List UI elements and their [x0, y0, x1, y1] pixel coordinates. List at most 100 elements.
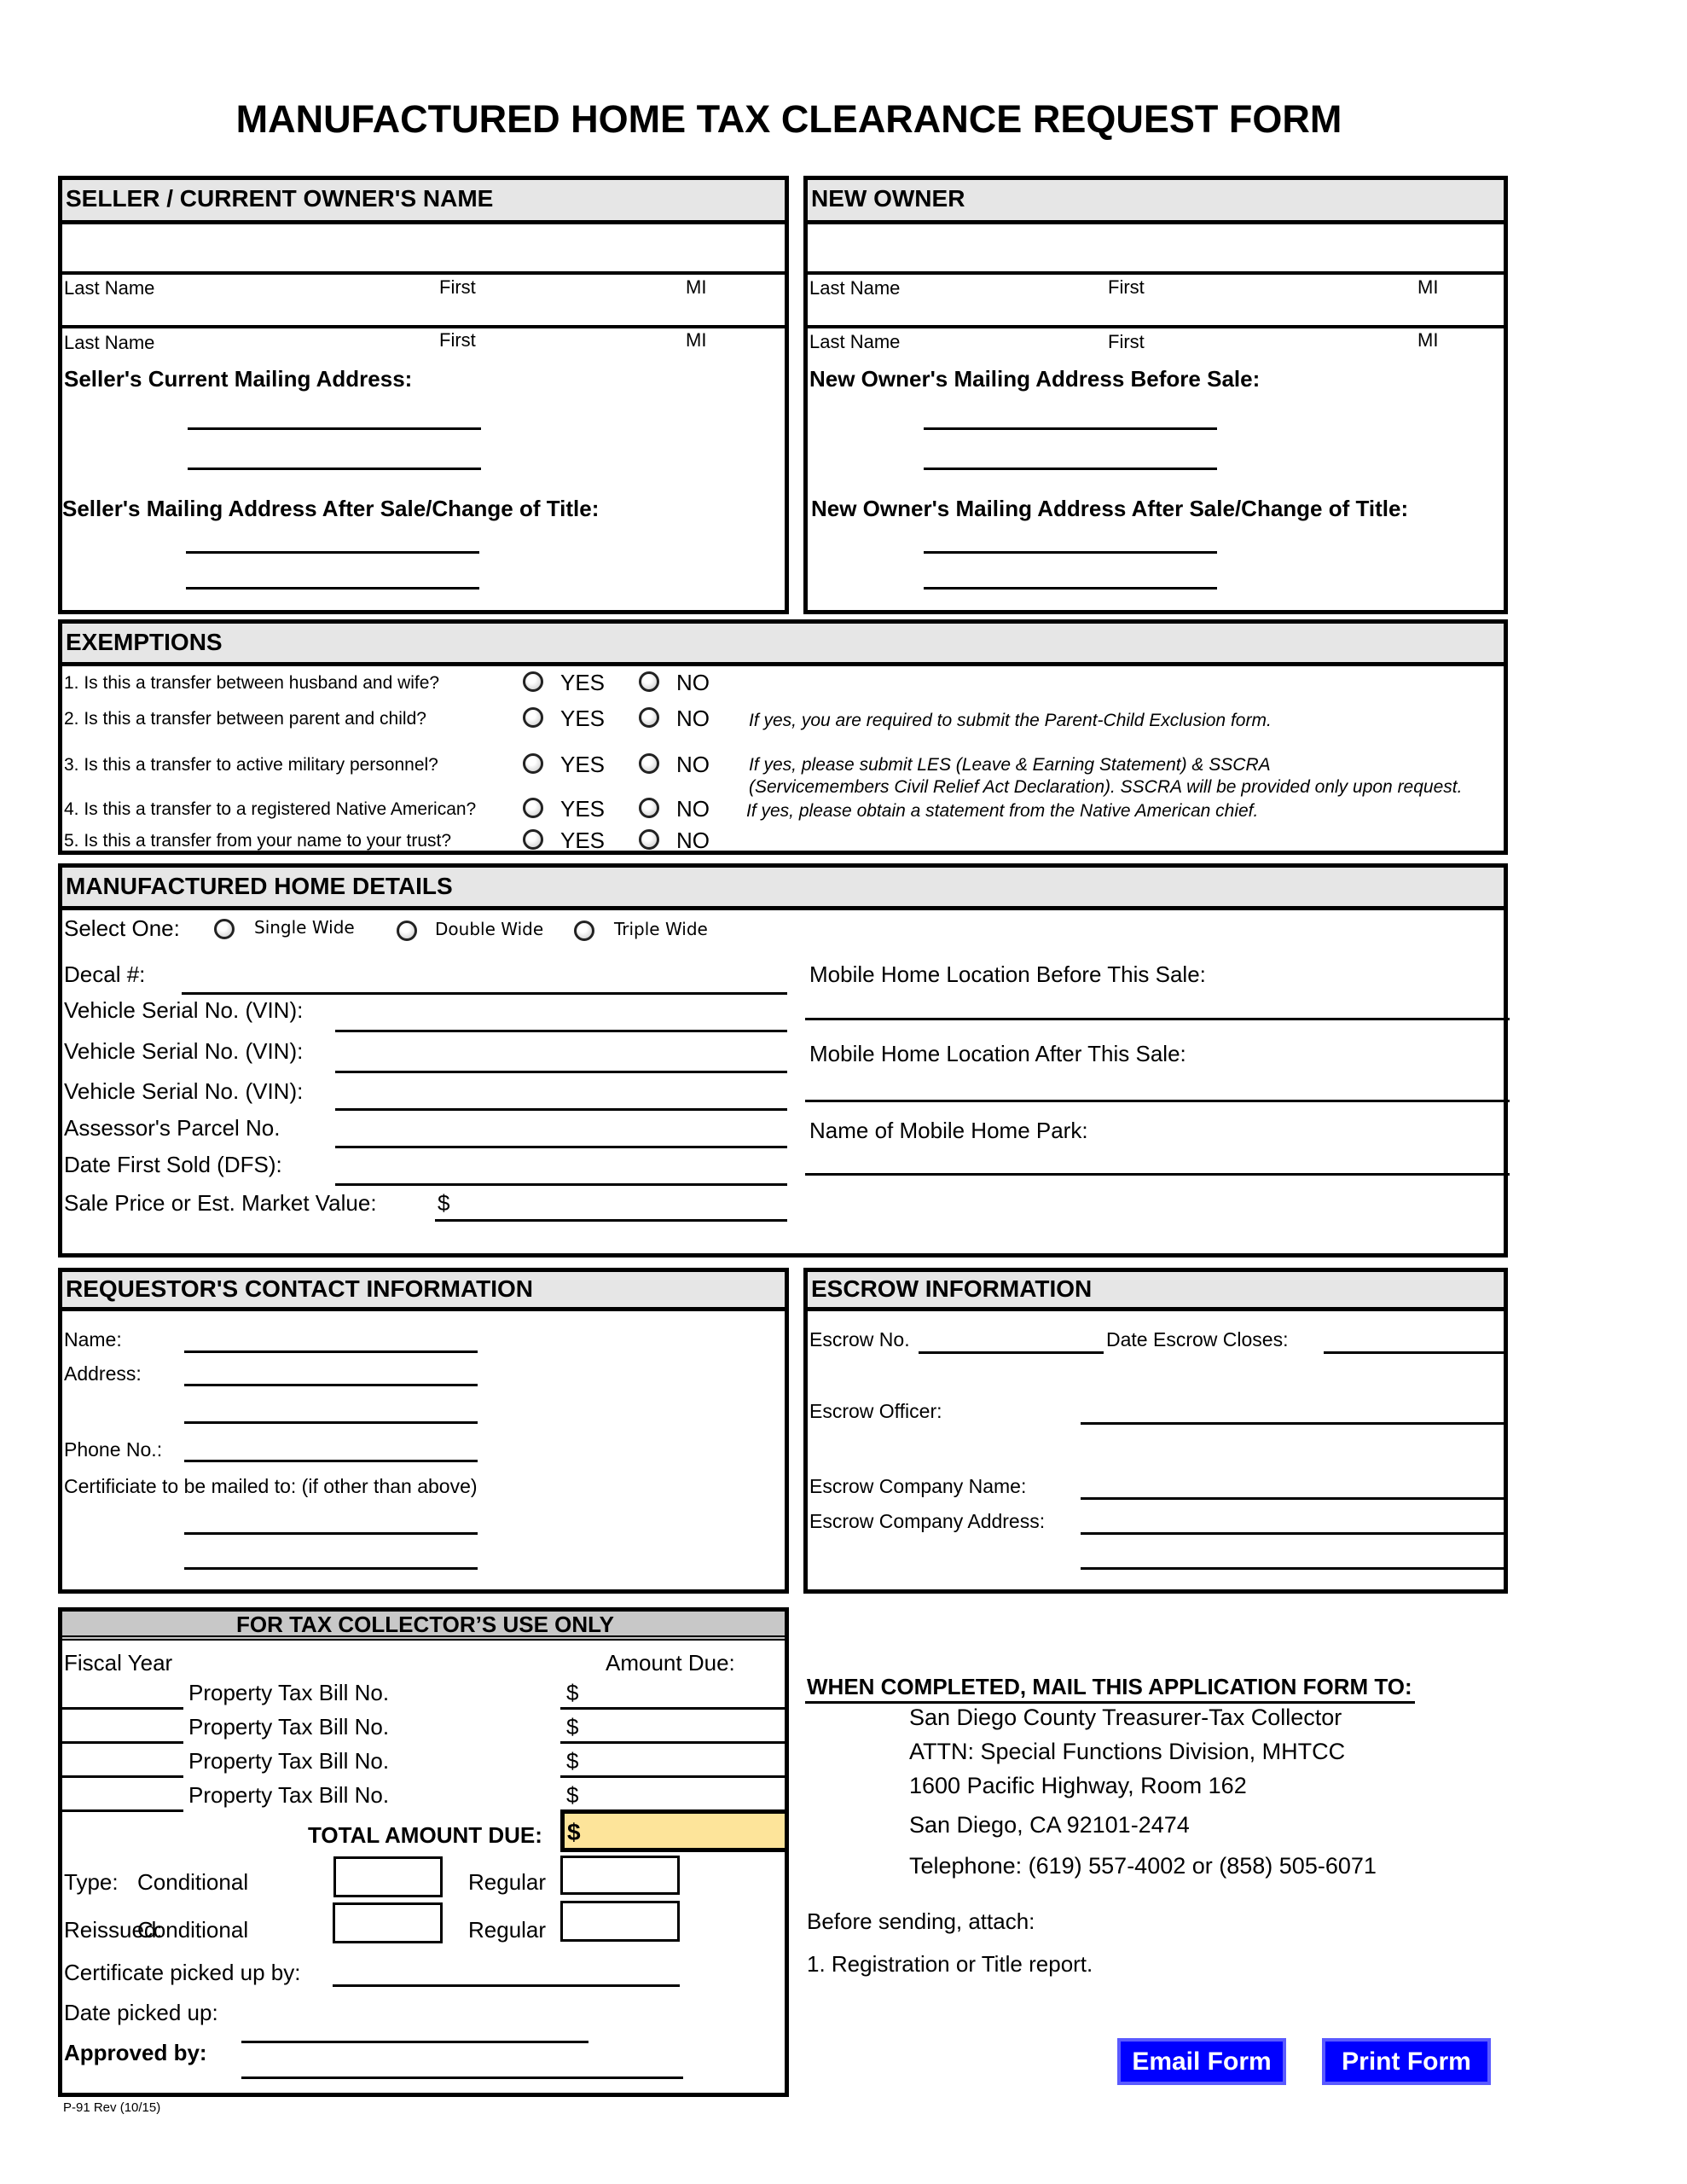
no-label: NO — [676, 828, 710, 853]
requestor-address-input-1[interactable] — [184, 1384, 478, 1386]
type-conditional-box[interactable] — [333, 1856, 443, 1897]
location-after-label: Mobile Home Location After This Sale: — [809, 1041, 1186, 1066]
certificate-picked-up-input[interactable] — [333, 1984, 680, 1987]
print-form-button[interactable]: Print Form — [1322, 2038, 1491, 2085]
amount-due-input[interactable] — [560, 1707, 789, 1710]
no-label: NO — [676, 796, 710, 822]
new-owner-before-address-line-2[interactable] — [924, 468, 1217, 470]
escrow-company-address-input-1[interactable] — [1081, 1532, 1504, 1535]
exemption-no-radio[interactable] — [639, 829, 659, 850]
escrow-company-name-label: Escrow Company Name: — [809, 1475, 1027, 1497]
requestor-header: REQUESTOR'S CONTACT INFORMATION — [62, 1272, 785, 1311]
seller-after-address-line-2[interactable] — [186, 587, 479, 590]
reissued-regular-box[interactable] — [560, 1901, 680, 1942]
exemption-question: 5. Is this a transfer from your name to … — [64, 831, 452, 851]
new-owner-name-input-2[interactable] — [808, 299, 1504, 325]
vin-label-2: Vehicle Serial No. (VIN): — [64, 1038, 304, 1064]
vin-input-3[interactable] — [335, 1108, 787, 1111]
requestor-name-label: Name: — [64, 1328, 122, 1350]
date-escrow-closes-input[interactable] — [1324, 1351, 1504, 1354]
no-label: NO — [676, 752, 710, 777]
seller-current-address-line-2[interactable] — [188, 468, 481, 470]
mail-heading-underline — [805, 1701, 1415, 1704]
fiscal-year-input[interactable] — [62, 1707, 183, 1710]
type-regular-box[interactable] — [560, 1856, 680, 1895]
fiscal-year-input[interactable] — [62, 1775, 183, 1778]
certificate-mailto-label: Certificiate to be mailed to: (if other … — [64, 1475, 478, 1497]
property-tax-bill-label: Property Tax Bill No. — [188, 1714, 390, 1740]
amount-due-input[interactable] — [560, 1741, 789, 1744]
form-revision: P-91 Rev (10/15) — [63, 2100, 161, 2115]
yes-label: YES — [560, 752, 606, 777]
seller-name-input-1[interactable] — [62, 224, 785, 271]
fiscal-year-input[interactable] — [62, 1741, 183, 1744]
decal-label: Decal #: — [64, 961, 146, 987]
exemption-yes-radio[interactable] — [523, 707, 543, 728]
seller-current-address-label: Seller's Current Mailing Address: — [64, 366, 413, 392]
exemptions-header: EXEMPTIONS — [62, 624, 1504, 666]
triple-wide-radio[interactable] — [574, 921, 594, 941]
seller-first-label-2: First — [439, 329, 476, 351]
exemption-yes-radio[interactable] — [523, 829, 543, 850]
exemption-yes-radio[interactable] — [523, 753, 543, 774]
exemption-no-radio[interactable] — [639, 671, 659, 692]
requestor-phone-input[interactable] — [184, 1460, 478, 1462]
seller-current-address-line-1[interactable] — [188, 427, 481, 430]
escrow-no-label: Escrow No. — [809, 1328, 910, 1350]
approved-by-label: Approved by: — [64, 2040, 207, 2065]
escrow-company-address-input-2[interactable] — [1081, 1567, 1504, 1570]
certificate-picked-up-label: Certificate picked up by: — [64, 1960, 301, 1985]
reissued-conditional-box[interactable] — [333, 1902, 443, 1943]
parcel-input[interactable] — [335, 1146, 787, 1148]
home-details-header: MANUFACTURED HOME DETAILS — [62, 868, 1504, 910]
seller-first-label: First — [439, 276, 476, 298]
exemption-no-radio[interactable] — [639, 753, 659, 774]
vin-label-1: Vehicle Serial No. (VIN): — [64, 997, 304, 1023]
certificate-address-input-2[interactable] — [184, 1567, 478, 1570]
amount-due-input[interactable] — [560, 1775, 789, 1778]
exemption-yes-radio[interactable] — [523, 671, 543, 692]
exemption-note: If yes, you are required to submit the P… — [749, 711, 1272, 730]
exemption-no-radio[interactable] — [639, 798, 659, 818]
location-before-input[interactable] — [805, 1018, 1510, 1020]
exemption-yes-radio[interactable] — [523, 798, 543, 818]
amount-dollar-sign: $ — [566, 1748, 579, 1774]
seller-header: SELLER / CURRENT OWNER'S NAME — [62, 180, 785, 224]
escrow-officer-input[interactable] — [1081, 1422, 1504, 1425]
certificate-address-input-1[interactable] — [184, 1532, 478, 1535]
new-owner-after-address-line-1[interactable] — [924, 551, 1217, 554]
dfs-input[interactable] — [335, 1183, 787, 1186]
sale-price-label: Sale Price or Est. Market Value: — [64, 1190, 377, 1216]
double-wide-radio[interactable] — [397, 921, 417, 941]
location-after-input[interactable] — [805, 1100, 1510, 1102]
parcel-label: Assessor's Parcel No. — [64, 1115, 281, 1141]
escrow-company-name-input[interactable] — [1081, 1497, 1504, 1500]
escrow-no-input[interactable] — [919, 1351, 1104, 1354]
single-wide-radio[interactable] — [214, 919, 235, 939]
seller-after-address-line-1[interactable] — [186, 551, 479, 554]
requestor-name-input[interactable] — [184, 1350, 478, 1353]
new-owner-before-address-line-1[interactable] — [924, 427, 1217, 430]
vin-input-1[interactable] — [335, 1030, 787, 1032]
date-escrow-closes-label: Date Escrow Closes: — [1106, 1328, 1289, 1350]
exemption-question: 2. Is this a transfer between parent and… — [64, 709, 426, 729]
new-owner-name-input-1[interactable] — [808, 224, 1504, 271]
reissued-regular-label: Regular — [468, 1917, 547, 1943]
seller-last-name-label: Last Name — [64, 277, 155, 299]
exemption-no-radio[interactable] — [639, 707, 659, 728]
divider — [808, 325, 1504, 328]
requestor-address-input-2[interactable] — [184, 1421, 478, 1424]
dollar-sign: $ — [438, 1190, 450, 1216]
decal-input[interactable] — [182, 992, 787, 995]
park-name-input[interactable] — [805, 1173, 1510, 1176]
sale-price-input[interactable] — [435, 1219, 787, 1222]
email-form-button[interactable]: Email Form — [1117, 2038, 1286, 2085]
date-picked-up-input[interactable] — [241, 2041, 588, 2043]
new-owner-after-address-line-2[interactable] — [924, 587, 1217, 590]
amount-due-label: Amount Due: — [606, 1650, 735, 1676]
approved-by-input[interactable] — [241, 2077, 683, 2079]
seller-name-input-2[interactable] — [62, 299, 785, 325]
fiscal-year-input[interactable] — [62, 1809, 183, 1812]
vin-input-2[interactable] — [335, 1071, 787, 1073]
total-amount-due-field[interactable]: $ — [560, 1809, 789, 1852]
